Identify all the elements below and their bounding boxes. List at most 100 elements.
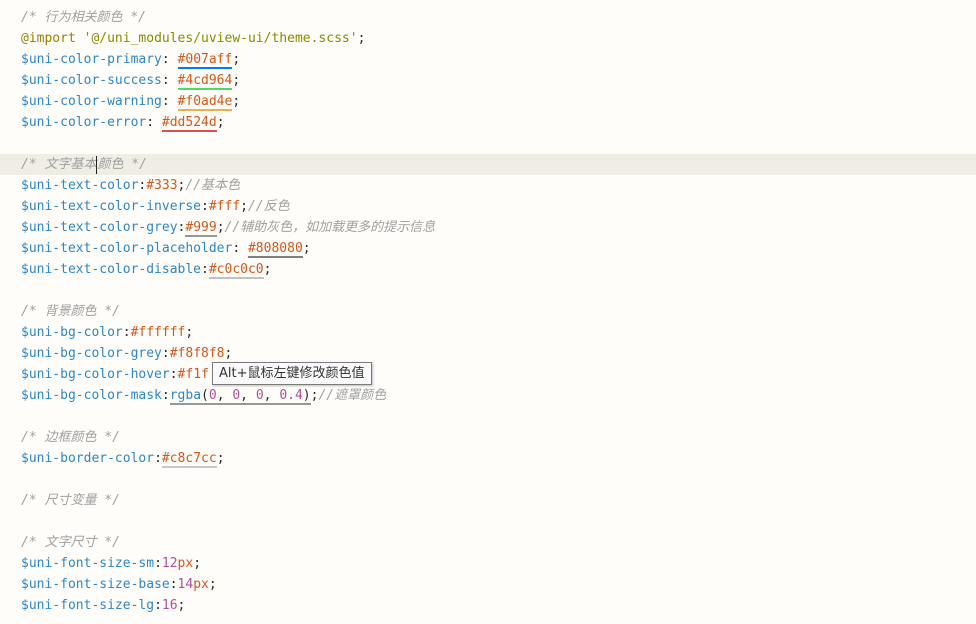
code-line-9: $uni-text-color:#333;//基本色 (0, 175, 976, 196)
punct: ; (357, 31, 366, 46)
color-value[interactable]: #f1f (178, 367, 209, 382)
punct: : (169, 577, 178, 592)
punct: : (146, 115, 162, 130)
comment: //基本色 (185, 178, 241, 193)
color-value-swatch[interactable]: #c8c7cc (161, 451, 217, 468)
code-line-1: /* 行为相关颜色 */ (0, 7, 976, 28)
code-line-21: /* 边框颜色 */ (0, 427, 976, 448)
punct: ; (216, 220, 225, 235)
code-line-3: $uni-color-primary: #007aff; (0, 49, 976, 70)
code-line-24: /* 尺寸变量 */ (0, 490, 976, 511)
number: 0 (255, 388, 264, 403)
rgba-swatch[interactable]: rgba(0, 0, 0, 0.4) (169, 388, 311, 405)
punct: : (161, 52, 178, 67)
comment: /* 背景颜色 */ (21, 304, 120, 319)
code-line-17: $uni-bg-color-grey:#f8f8f8; (0, 343, 976, 364)
punct: ; (240, 199, 248, 214)
punct: ; (232, 73, 241, 88)
code-line-11: $uni-text-color-grey:#999;//辅助灰色，如加载更多的提… (0, 217, 976, 238)
variable-name: $uni-bg-color (21, 325, 123, 340)
comment: /* 文字基本 (21, 157, 97, 172)
number: 14 (177, 577, 194, 592)
punct: , (216, 388, 233, 403)
variable-name: $uni-font-size-lg (21, 598, 155, 613)
color-value-swatch[interactable]: #4cd964 (177, 73, 233, 90)
code-line-15: /* 背景颜色 */ (0, 301, 976, 322)
punct: ; (216, 115, 225, 130)
punct: ; (232, 94, 241, 109)
code-line-8-current: /* 文字基本颜色 */ (0, 154, 976, 175)
comment: /* 边框颜色 */ (21, 430, 120, 445)
punct: ( (201, 388, 209, 403)
punct: : (154, 556, 162, 571)
code-line-22: $uni-border-color:#c8c7cc; (0, 448, 976, 469)
variable-name: $uni-font-size-base (21, 577, 170, 592)
unit: px (177, 556, 194, 571)
code-line-5: $uni-color-warning: #f0ad4e; (0, 91, 976, 112)
code-line-19: $uni-bg-color-mask:rgba(0, 0, 0, 0.4);//… (0, 385, 976, 406)
punct: : (154, 598, 162, 613)
punct: ; (185, 325, 194, 340)
color-value-swatch[interactable]: #007aff (177, 52, 233, 69)
number: 12 (161, 556, 178, 571)
code-line-28: $uni-font-size-base:14px; (0, 574, 976, 595)
punct: : (169, 367, 178, 382)
punct: : (122, 325, 131, 340)
color-value-swatch[interactable]: #808080 (247, 241, 303, 258)
variable-name: $uni-color-warning (21, 94, 162, 109)
color-value-swatch[interactable]: #dd524d (161, 115, 217, 132)
color-value-swatch[interactable]: #c0c0c0 (208, 262, 264, 279)
comment: 颜色 */ (97, 157, 147, 172)
punct: : (201, 199, 209, 214)
code-line-26: /* 文字尺寸 */ (0, 532, 976, 553)
number: 16 (161, 598, 178, 613)
punct: , (263, 388, 280, 403)
number: 0 (232, 388, 241, 403)
punct: , (240, 388, 256, 403)
variable-name: $uni-bg-color-mask (21, 388, 162, 403)
punct: : (161, 73, 178, 88)
punct: : (161, 346, 170, 361)
punct: : (201, 262, 209, 277)
comment: /* 行为相关颜色 */ (21, 10, 146, 25)
variable-name: $uni-text-color-grey (21, 220, 178, 235)
import-path: '@/uni_modules/uview-ui/theme.scss' (83, 31, 358, 46)
punct: ; (216, 451, 225, 466)
number: 0 (208, 388, 217, 403)
color-value-swatch[interactable]: #999 (185, 220, 217, 237)
variable-name: $uni-text-color-placeholder (21, 241, 233, 256)
comment: //辅助灰色，如加载更多的提示信息 (224, 220, 436, 235)
color-value[interactable]: #ffffff (131, 325, 186, 340)
punct: ; (263, 262, 272, 277)
code-line-4: $uni-color-success: #4cd964; (0, 70, 976, 91)
comment: //反色 (247, 199, 290, 214)
variable-name: $uni-color-success (21, 73, 162, 88)
variable-name: $uni-text-color-disable (21, 262, 202, 277)
code-line-2: @import '@/uni_modules/uview-ui/theme.sc… (0, 28, 976, 49)
code-line-29: $uni-font-size-lg:16; (0, 595, 976, 616)
punct: ; (302, 241, 311, 256)
color-value[interactable]: #fff (209, 199, 240, 214)
punct: : (161, 388, 170, 403)
variable-name: $uni-text-color (21, 178, 139, 193)
color-value-swatch[interactable]: #f0ad4e (177, 94, 233, 111)
color-value[interactable]: #f8f8f8 (170, 346, 225, 361)
code-editor[interactable]: /* 行为相关颜色 */ @import '@/uni_modules/uvie… (0, 7, 976, 616)
code-line-13: $uni-text-color-disable:#c0c0c0; (0, 259, 976, 280)
import-keyword: @import (21, 31, 76, 46)
color-value[interactable]: #333 (146, 178, 177, 193)
variable-name: $uni-color-primary (21, 52, 162, 67)
variable-name: $uni-bg-color-grey (21, 346, 162, 361)
unit: px (193, 577, 209, 592)
variable-name: $uni-border-color (21, 451, 155, 466)
punct: ; (193, 556, 202, 571)
punct: ; (224, 346, 233, 361)
number: 0.4 (279, 388, 303, 403)
punct: : (232, 241, 248, 256)
variable-name: $uni-text-color-inverse (21, 199, 202, 214)
code-line-6: $uni-color-error: #dd524d; (0, 112, 976, 133)
rgba-function: rgba (169, 388, 202, 403)
